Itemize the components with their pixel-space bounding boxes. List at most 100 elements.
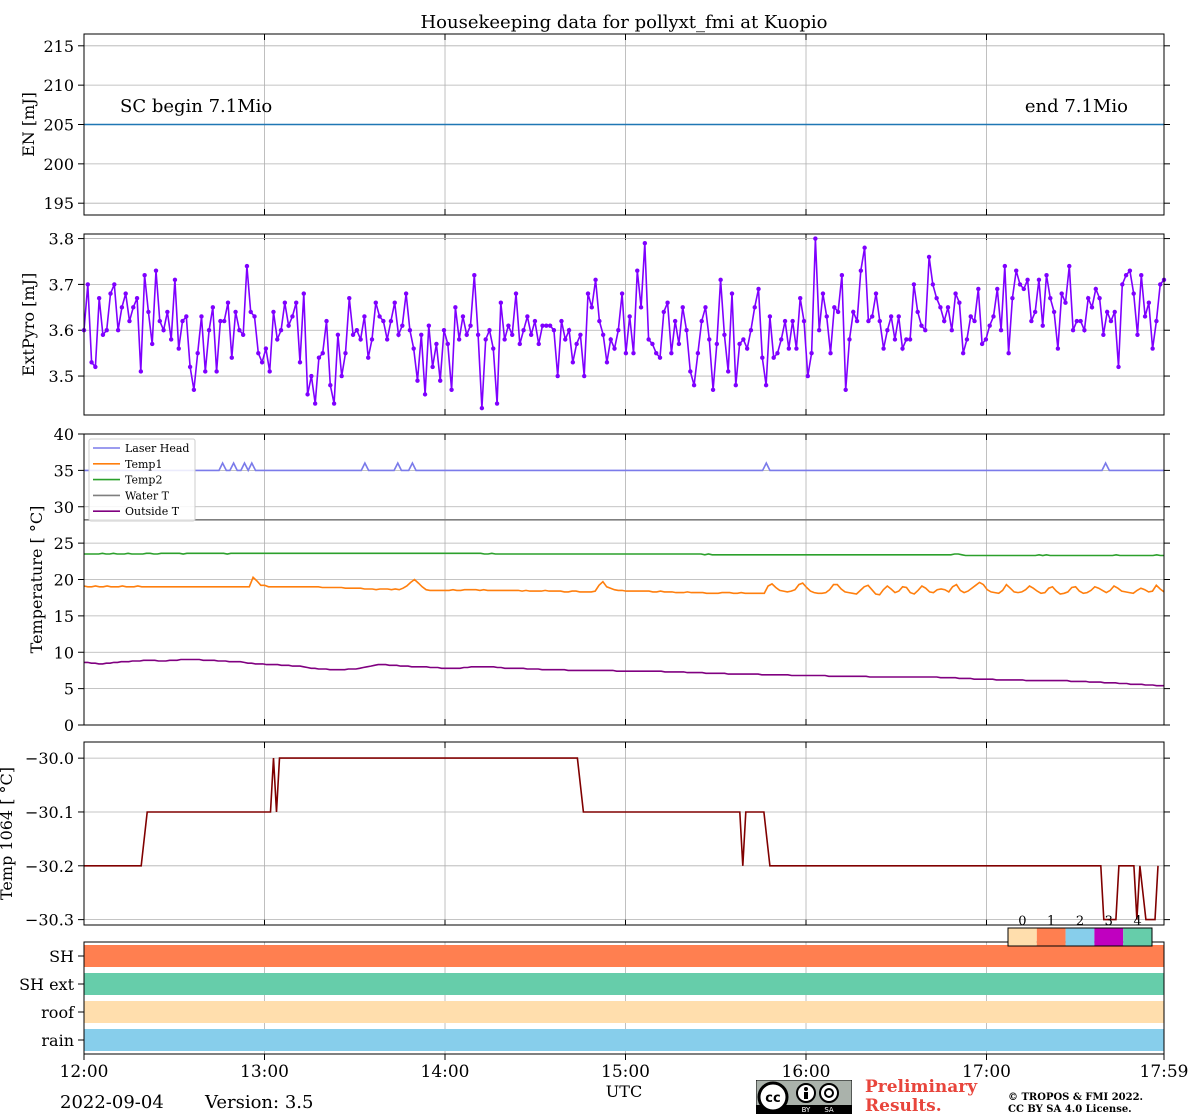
data-point [820,291,826,296]
data-point [350,332,356,338]
data-point [1074,318,1080,324]
data-point [574,341,579,347]
data-point [540,323,545,328]
data-point [502,337,507,342]
data-point [252,314,257,319]
cc-license-badge[interactable]: cc BY SA [756,1080,852,1114]
x-tick-label: 12:00 [60,1062,109,1082]
data-point [627,314,632,319]
data-point [1036,277,1042,283]
data-point [1139,273,1144,278]
panel-4: −30.0 −30.1 −30.2 −30.3 Temp 1064 [ °C] [0,741,1170,930]
colorbar-swatch [1094,928,1124,946]
data-point [968,314,973,319]
y-tick-label: −30.2 [25,857,74,876]
data-point [1131,291,1136,296]
data-point [479,405,485,411]
data-point [460,314,466,319]
data-point [441,328,447,333]
status-bar-sh [84,945,1164,967]
data-point [1078,318,1083,324]
copyright-line-2: CC BY SA 4.0 License. [1008,1104,1132,1115]
data-point [854,318,860,324]
y-tick-label: −30.1 [25,803,74,822]
data-point [953,291,958,296]
data-point [847,337,852,342]
data-point [1123,273,1129,278]
data-point [612,346,617,351]
data-point [100,332,106,338]
y-tick-label: −30.3 [25,911,74,930]
colorbar-tick-label: 4 [1133,914,1141,929]
data-point [559,318,564,324]
data-point [161,328,166,333]
data-point [506,323,511,328]
data-point [737,341,742,347]
data-point [233,309,238,315]
y-tick-label: 210 [43,76,74,95]
row-label: rain [41,1031,74,1050]
version-label: Version: 3.5 [205,1092,314,1113]
y-tick-label: 3.6 [49,321,74,340]
data-point [521,328,526,333]
data-point [324,318,329,324]
data-point [191,387,197,392]
series-line-temp1 [83,575,1165,596]
data-point [744,346,750,351]
data-point [403,291,409,296]
data-point [165,309,170,315]
data-point [142,273,147,278]
data-point [983,337,989,342]
data-point [748,328,754,333]
data-point [729,291,735,296]
data-point [472,273,477,278]
data-point [218,318,223,324]
data-point [987,323,992,328]
data-point [146,309,151,315]
data-point [669,350,674,356]
data-point [320,350,325,356]
data-point [381,318,386,324]
data-point [995,286,1000,292]
data-point [210,305,216,310]
colorbar-tick-label: 2 [1076,914,1084,929]
y-tick-label: 3.7 [49,275,74,294]
data-point [877,318,882,324]
data-point [873,291,879,296]
data-point [801,318,807,324]
data-point [691,383,697,388]
data-point [684,328,689,333]
legend-label: Temp1 [125,458,162,471]
status-bar-rain [84,1029,1164,1051]
y-tick-label: 3.5 [49,367,74,386]
data-point [1002,263,1008,269]
data-point [582,373,587,379]
data-point [400,323,405,328]
data-point [870,314,875,319]
colorbar-tick-label: 3 [1105,914,1113,929]
data-point [763,383,769,388]
data-point [339,373,344,379]
data-point [335,332,341,338]
panel-2: 3.5 3.6 3.7 3.8 ExtPyro [mJ] [19,230,1170,416]
data-point [938,305,943,310]
data-point [491,346,496,351]
data-point [930,282,936,287]
data-point [407,328,413,333]
data-point [240,332,246,338]
data-point [555,373,560,379]
data-point [832,305,837,310]
data-point [184,314,189,319]
data-point [585,291,591,296]
data-point [411,346,416,351]
data-point [957,300,962,305]
y-tick-label: −30.0 [25,749,74,768]
data-point [547,323,553,328]
data-point [858,268,864,273]
data-point [1040,323,1045,328]
data-point [756,286,761,292]
data-point [964,337,970,342]
data-point [972,318,977,324]
data-point [782,318,788,324]
data-point [892,337,898,342]
